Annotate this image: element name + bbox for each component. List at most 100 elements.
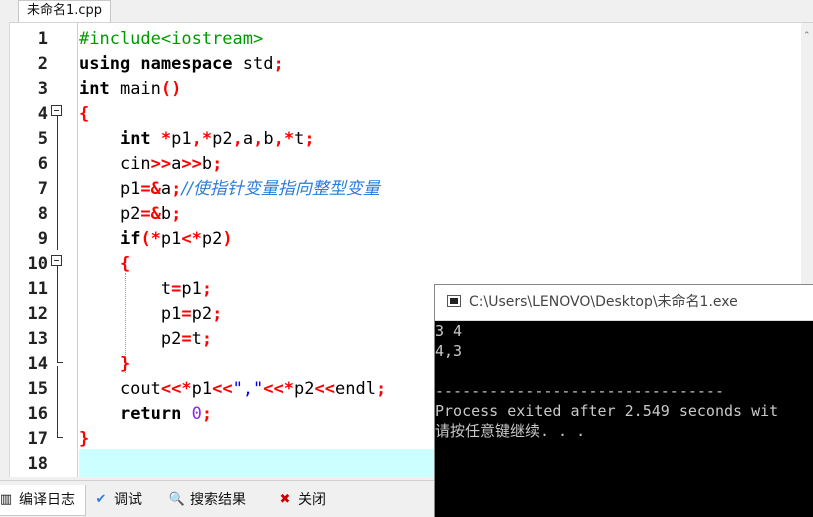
line-number: 2 (37, 54, 48, 74)
code-token: t (79, 279, 172, 299)
code-token: b (201, 154, 213, 174)
editor-tab-bar: 未命名1.cpp (0, 0, 813, 23)
code-token: = (181, 304, 192, 324)
code-line[interactable]: } (79, 352, 130, 377)
code-line[interactable]: #include<iostream> (79, 27, 263, 52)
line-number: 6 (37, 154, 48, 174)
code-token: 0 (191, 404, 202, 424)
fold-main-icon[interactable] (51, 105, 62, 116)
code-token: main (119, 79, 161, 99)
tab-close[interactable]: ✖ 关闭 (274, 485, 326, 515)
tab-label: 搜索结果 (190, 492, 246, 508)
line-number: 15 (27, 379, 48, 399)
line-number: 17 (27, 429, 48, 449)
code-token: using namespace (79, 54, 243, 74)
code-token: p1 (171, 129, 192, 149)
code-token: =& (140, 204, 161, 224)
code-token: t (191, 329, 202, 349)
line-number: 4 (37, 104, 48, 124)
code-token: () (160, 79, 182, 99)
code-token: >> (150, 154, 172, 174)
code-token: int (79, 79, 120, 99)
code-line[interactable]: return 0; (79, 402, 212, 427)
code-token: p2 (201, 229, 223, 249)
console-window[interactable]: C:\Users\LENOVO\Desktop\未命名1.exe 3 4 4,3 -… (434, 284, 813, 517)
console-output[interactable]: 3 4 4,3 -------------------------------- Pr… (435, 321, 813, 517)
code-line[interactable]: p2=&b; (79, 202, 181, 227)
code-token: endl (334, 379, 376, 399)
code-line[interactable]: p1=&a;//使指针变量指向整型变量 (79, 177, 380, 202)
code-token: * (160, 129, 172, 149)
code-token: ; (304, 129, 315, 149)
code-token: p2 (191, 304, 213, 324)
code-token: a (171, 154, 182, 174)
fold-line (57, 366, 58, 437)
tab-compile-log[interactable]: ▥ 编译日志 (0, 485, 86, 516)
line-number: 12 (27, 304, 48, 324)
code-token: p2 (212, 129, 233, 149)
code-line[interactable]: int *p1,*p2,a,b,*t; (79, 127, 315, 152)
code-token: p1 (191, 379, 213, 399)
compile-log-icon: ▥ (0, 492, 13, 507)
code-line[interactable]: { (79, 252, 130, 277)
console-output-line: 请按任意键继续. . . (435, 422, 586, 440)
fold-end-marker (57, 437, 63, 438)
code-token: = (171, 279, 182, 299)
code-line[interactable]: p1=p2; (79, 302, 222, 327)
code-line[interactable]: } (79, 427, 89, 452)
code-token: p1 (181, 279, 202, 299)
code-line[interactable]: p2=t; (79, 327, 212, 352)
console-title: C:\Users\LENOVO\Desktop\未命名1.exe (469, 294, 738, 310)
code-token: p2 (79, 329, 182, 349)
code-token: , (232, 129, 243, 149)
code-token: ; (375, 379, 387, 399)
tab-debug[interactable]: ✔ 调试 (90, 485, 142, 515)
line-number: 18 (27, 454, 48, 474)
line-number: 9 (37, 229, 48, 249)
code-line[interactable]: using namespace std; (79, 52, 284, 77)
code-token: ; (212, 154, 223, 174)
line-number: 16 (27, 404, 48, 424)
code-token: p1 (160, 229, 182, 249)
code-token: , (253, 129, 264, 149)
line-number-gutter: 1 2 3 4 5 6 7 8 9 10 11 12 13 14 15 16 17 18 (10, 23, 78, 477)
line-number: 5 (37, 129, 48, 149)
code-token: ) (222, 229, 233, 249)
tab-label: 调试 (114, 492, 142, 508)
fold-line (57, 116, 58, 250)
code-token: = (181, 329, 192, 349)
code-token: p2 (294, 379, 315, 399)
code-token: ; (273, 54, 284, 74)
code-token: ,* (191, 129, 213, 149)
line-number: 3 (37, 79, 48, 99)
code-line[interactable]: { (79, 102, 89, 127)
code-line[interactable]: cout<<*p1<<","<<*p2<<endl; (79, 377, 386, 402)
tab-search-results[interactable]: 🔍 搜索结果 (166, 485, 246, 515)
fold-if-icon[interactable] (51, 255, 62, 266)
line-number: 11 (27, 279, 48, 299)
code-token: cout (79, 379, 161, 399)
code-line[interactable]: t=p1; (79, 277, 212, 302)
code-line[interactable]: int main() (79, 77, 181, 102)
code-token: std (242, 54, 274, 74)
tab-label: 编译日志 (19, 492, 75, 508)
console-title-bar[interactable]: C:\Users\LENOVO\Desktop\未命名1.exe (435, 285, 813, 321)
file-tab[interactable]: 未命名1.cpp (18, 0, 112, 22)
code-line[interactable]: if(*p1<*p2) (79, 227, 233, 252)
line-number: 10 (27, 254, 48, 274)
console-output-line: -------------------------------- (435, 382, 724, 400)
code-token: "," (232, 379, 264, 399)
code-token: } (79, 429, 90, 449)
code-token: b (263, 129, 274, 149)
code-token: >> (181, 154, 202, 174)
code-token: a (242, 129, 254, 149)
code-line[interactable]: cin>>a>>b; (79, 152, 222, 177)
code-token: } (119, 354, 131, 374)
console-output-line: Process exited after 2.549 seconds wit (435, 402, 779, 420)
scroll-up-icon[interactable]: ⌃ (803, 31, 811, 41)
code-token: t (294, 129, 305, 149)
